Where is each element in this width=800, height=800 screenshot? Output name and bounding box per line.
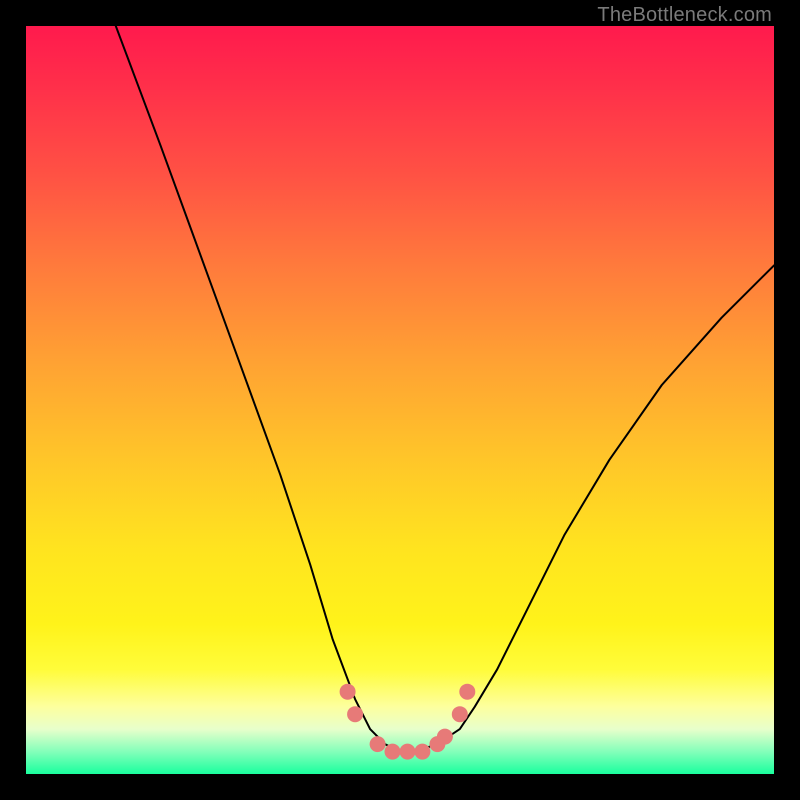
optimal-marker [452, 706, 468, 722]
optimal-marker [437, 729, 453, 745]
watermark-text: TheBottleneck.com [597, 4, 772, 27]
plot-area [26, 26, 774, 774]
optimal-marker [414, 744, 430, 760]
optimal-marker [400, 744, 416, 760]
optimal-marker [370, 736, 386, 752]
optimal-marker [385, 744, 401, 760]
optimal-marker [340, 684, 356, 700]
optimal-marker [459, 684, 475, 700]
chart-frame: TheBottleneck.com [0, 0, 800, 800]
bottleneck-curve [116, 26, 774, 752]
optimal-marker [347, 706, 363, 722]
curve-layer [26, 26, 774, 774]
